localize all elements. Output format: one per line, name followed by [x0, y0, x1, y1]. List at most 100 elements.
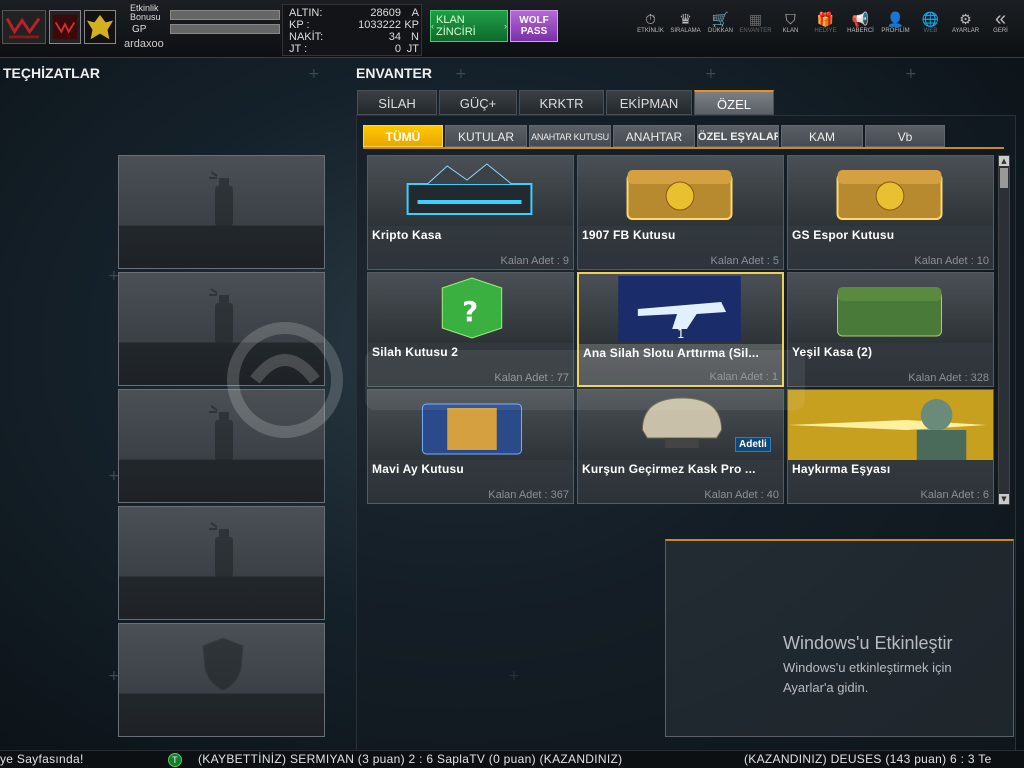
currency-value: 1033222: [358, 19, 401, 31]
stackable-badge: Adetli: [735, 437, 771, 452]
inventory-item-card[interactable]: Yeşil Kasa (2) Kalan Adet : 328: [787, 272, 994, 387]
main-nav: ⏱ ETKİNLİK ♛ SIRALAMA 🛒 DÜKKAN ▦ ENVANTER ⛉ KLAN 🎁…: [633, 8, 1018, 34]
nav-item-label: GERİ: [993, 28, 1008, 34]
nav-item-label: ETKİNLİK: [637, 28, 664, 34]
scroll-down-arrow-icon[interactable]: ▼: [999, 494, 1009, 504]
inventory-title: ENVANTER: [356, 65, 432, 81]
item-count-prefix: Kalan Adet :: [709, 371, 772, 383]
inventory-item-card[interactable]: Adetli Kurşun Geçirmez Kask Pro ... Kalan …: [577, 389, 784, 504]
item-name: 1907 FB Kutusu: [582, 228, 676, 242]
nav-item-haberci̇[interactable]: 📢 HABERCİ: [843, 10, 878, 34]
nav-item-siralama[interactable]: ♛ SIRALAMA: [668, 10, 703, 34]
item-count: Kalan Adet : 5: [710, 255, 779, 267]
nav-item-profi̇li̇m[interactable]: 👤 PROFİLİM: [878, 10, 913, 34]
nav-item-label: WEB: [923, 28, 938, 34]
currency-jt: JT : 0 JT: [289, 43, 419, 55]
nav-item-etki̇nli̇k[interactable]: ⏱ ETKİNLİK: [633, 10, 668, 34]
item-count: Kalan Adet : 1: [709, 371, 778, 383]
equipment-slot[interactable]: [118, 623, 325, 737]
item-count-value: 367: [550, 489, 569, 501]
item-count-value: 328: [970, 372, 989, 384]
tab-krktr[interactable]: KRKTR: [519, 90, 604, 115]
equipment-slot[interactable]: [118, 155, 325, 269]
inventory-item-card[interactable]: Haykırma Eşyası Kalan Adet : 6: [787, 389, 994, 504]
item-image: [368, 390, 573, 460]
svg-text:1: 1: [677, 327, 684, 341]
subtab-anahtar[interactable]: ANAHTAR: [613, 125, 695, 147]
wolf-pass-button[interactable]: WOLF PASS: [510, 10, 558, 42]
subtab-tümü[interactable]: TÜMÜ: [363, 125, 443, 147]
nav-item-envanter: ▦ ENVANTER: [738, 10, 773, 34]
tab-özel[interactable]: ÖZEL: [694, 90, 774, 115]
equipment-slot[interactable]: [118, 272, 325, 386]
nav-item-label: HABERCİ: [847, 28, 874, 34]
item-count: Kalan Adet : 10: [914, 255, 989, 267]
currency-value: 34: [388, 31, 401, 43]
clan-chain-button[interactable]: ‹ KLAN ZİNCİRİ ›: [430, 10, 508, 42]
inventory-scrollbar[interactable]: ▲ ▼: [998, 155, 1010, 505]
nav-item-dükkan[interactable]: 🛒 DÜKKAN: [703, 10, 738, 34]
cart-icon: 🛒: [711, 11, 730, 27]
rank-emblem[interactable]: [84, 10, 116, 44]
nav-item-hedi̇ye: 🎁 HEDİYE: [808, 10, 843, 34]
currency-value: 28609: [370, 7, 401, 19]
tab-si̇lah[interactable]: SİLAH: [357, 90, 437, 115]
inventory-item-card[interactable]: ? Silah Kutusu 2 Kalan Adet : 77: [367, 272, 574, 387]
subtab-anahtar-kutusu[interactable]: ANAHTAR KUTUSU: [529, 125, 611, 147]
windows-activation-line2: Ayarlar'a gidin.: [783, 680, 869, 695]
gear-icon: ⚙: [959, 11, 972, 27]
nav-item-label: ENVANTER: [739, 28, 772, 34]
back-icon: «: [994, 8, 1007, 30]
shield-icon: [202, 637, 244, 691]
game-logo: [2, 10, 46, 44]
nav-item-label: KLAN: [782, 28, 799, 34]
gp-label: GP: [132, 24, 147, 35]
nav-item-klan[interactable]: ⛉ KLAN: [773, 10, 808, 34]
etkinlik-bonus-label: Etkinlik Bonusu: [130, 3, 161, 22]
item-image: [578, 156, 783, 226]
top-bar: Etkinlik Bonusu GP ardaxoo ALTIN: 28609 …: [0, 0, 1024, 58]
rank-icon: ♛: [679, 11, 692, 27]
item-image: [788, 273, 993, 343]
inventory-item-card[interactable]: Mavi Ay Kutusu Kalan Adet : 367: [367, 389, 574, 504]
chevron-left-icon: ‹: [431, 21, 434, 31]
item-image: [788, 390, 993, 460]
clan-emblem[interactable]: [49, 10, 81, 44]
item-count-value: 77: [556, 372, 569, 384]
currency-panel: ALTIN: 28609 A KP : 1033222 KP NAKİT: 34…: [282, 4, 422, 56]
subtab-özel-eşyalar[interactable]: ÖZEL EŞYALAR: [697, 125, 779, 147]
scroll-up-arrow-icon[interactable]: ▲: [999, 156, 1009, 166]
item-name: Kripto Kasa: [372, 228, 442, 242]
spray-can-icon: [209, 522, 233, 577]
inventory-item-card[interactable]: Kripto Kasa Kalan Adet : 9: [367, 155, 574, 270]
inventory-item-card[interactable]: GS Espor Kutusu Kalan Adet : 10: [787, 155, 994, 270]
currency-unit: KP: [404, 19, 419, 31]
item-count-value: 5: [772, 255, 779, 267]
item-image: [368, 156, 573, 226]
currency-label: KP :: [289, 19, 310, 31]
subtab-kutular[interactable]: KUTULAR: [445, 125, 527, 147]
nav-item-geri̇[interactable]: «GERİ: [983, 8, 1018, 34]
tab-eki̇pman[interactable]: EKİPMAN: [606, 90, 692, 115]
spray-can-icon: [209, 405, 233, 460]
subtab-kam[interactable]: KAM: [781, 125, 863, 147]
item-count-prefix: Kalan Adet :: [908, 372, 971, 384]
item-name: Ana Silah Slotu Arttırma (Sil...: [583, 346, 759, 360]
subtab-vb[interactable]: Vb: [865, 125, 945, 147]
decor-plus: +: [455, 66, 467, 82]
scroll-thumb[interactable]: [1000, 168, 1008, 188]
chevron-right-icon: ›: [504, 21, 507, 31]
item-count-value: 40: [766, 489, 779, 501]
item-image: ?: [368, 273, 573, 343]
equipment-slot[interactable]: [118, 506, 325, 620]
item-name: Kurşun Geçirmez Kask Pro ...: [582, 462, 756, 476]
inventory-item-card[interactable]: 1907 FB Kutusu Kalan Adet : 5: [577, 155, 784, 270]
inventory-tabs: SİLAH GÜÇ+ KRKTR EKİPMAN ÖZEL: [357, 90, 774, 115]
item-count-value: 1: [771, 371, 778, 383]
tab-güç+[interactable]: GÜÇ+: [439, 90, 517, 115]
equipment-slot[interactable]: [118, 389, 325, 503]
item-image: [788, 156, 993, 226]
nav-item-ayarlar[interactable]: ⚙ AYARLAR: [948, 10, 983, 34]
nav-item-label: DÜKKAN: [707, 28, 733, 34]
inventory-item-card[interactable]: 1 Ana Silah Slotu Arttırma (Sil... Kalan A…: [577, 272, 784, 387]
